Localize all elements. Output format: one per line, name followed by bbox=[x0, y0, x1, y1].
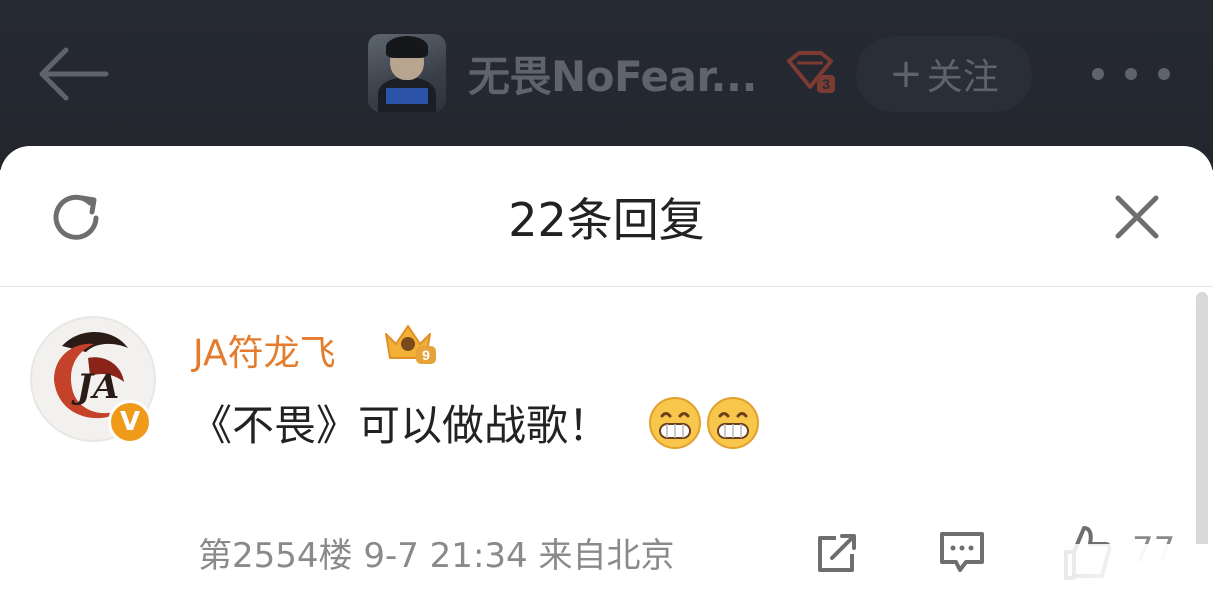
verified-badge: V bbox=[108, 400, 152, 444]
share-icon[interactable] bbox=[814, 530, 860, 576]
back-arrow-icon[interactable] bbox=[36, 44, 110, 104]
grin-emoji-icon bbox=[648, 396, 702, 450]
follow-label: 关注 bbox=[926, 57, 999, 98]
account-name[interactable]: 无畏NoFear... bbox=[468, 43, 757, 104]
avatar-hair bbox=[386, 36, 428, 58]
more-dot bbox=[1092, 68, 1104, 80]
comment-meta: 第2554楼 9-7 21:34 来自北京 bbox=[198, 536, 675, 576]
top-nav-bar: 无畏NoFear... 3 + 关注 bbox=[0, 0, 1213, 170]
account-header[interactable]: 无畏NoFear... 3 bbox=[368, 34, 837, 112]
vip-level-text: 3 bbox=[822, 76, 830, 92]
avatar-logo-text: JA bbox=[71, 367, 119, 407]
avatar-tag bbox=[386, 88, 428, 104]
follow-button[interactable]: + 关注 bbox=[856, 36, 1032, 112]
grin-emoji-icon bbox=[706, 396, 760, 450]
comment-text: 《不畏》可以做战歌！ bbox=[190, 401, 611, 450]
scrollbar[interactable] bbox=[1196, 292, 1208, 562]
bottom-fade-overlay bbox=[1000, 544, 1213, 594]
follow-plus-icon: + bbox=[889, 51, 923, 97]
crown-vip-icon: 9 bbox=[380, 320, 440, 366]
more-dot bbox=[1158, 68, 1170, 80]
commenter-name[interactable]: JA符龙飞 bbox=[193, 324, 336, 376]
more-icon[interactable] bbox=[1092, 60, 1170, 88]
account-avatar[interactable] bbox=[368, 34, 446, 112]
comment-icon[interactable] bbox=[938, 528, 986, 576]
replies-title: 22条回复 bbox=[508, 193, 705, 247]
close-icon[interactable] bbox=[1110, 190, 1164, 244]
replies-sheet: 22条回复 JA V JA符龙飞 9 《不畏》可以做战歌！ 第2554楼 9-7… bbox=[0, 146, 1213, 594]
sheet-header: 22条回复 bbox=[0, 146, 1213, 287]
diamond-vip-icon: 3 bbox=[783, 51, 837, 95]
crown-level-text: 9 bbox=[422, 347, 430, 363]
more-dot bbox=[1125, 68, 1137, 80]
